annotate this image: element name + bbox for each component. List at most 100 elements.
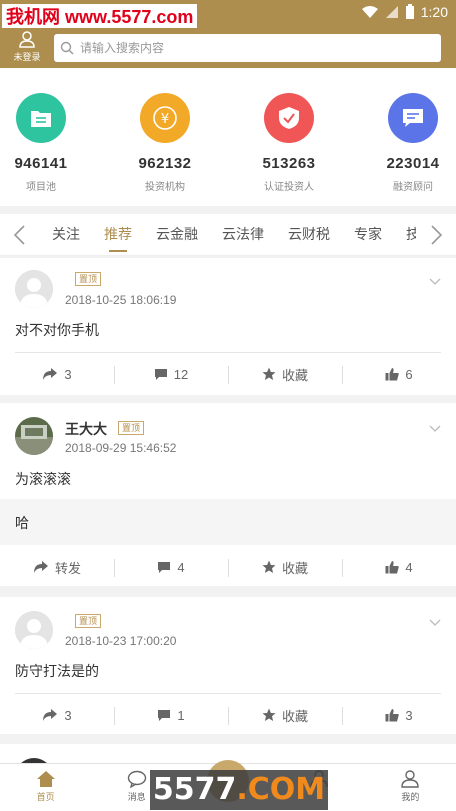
tab-follow[interactable]: 关注 xyxy=(40,214,92,256)
signal-icon xyxy=(385,6,398,18)
stat-label: 项目池 xyxy=(26,182,56,193)
svg-text:¥: ¥ xyxy=(161,112,169,127)
stat-financing-advisors[interactable]: 223014 融资顾问 xyxy=(358,93,456,193)
pinned-badge: 置顶 xyxy=(118,421,145,435)
search-input[interactable] xyxy=(80,41,441,55)
stat-value: 946141 xyxy=(14,155,68,172)
comment-count: 1 xyxy=(177,707,185,723)
star-icon xyxy=(262,708,276,721)
share-label: 转发 xyxy=(54,560,81,576)
like-button[interactable]: 6 xyxy=(342,356,456,392)
stat-value: 513263 xyxy=(262,155,316,172)
tab-cloud-law[interactable]: 云法律 xyxy=(210,214,276,256)
stat-label: 投资机构 xyxy=(145,182,185,193)
comment-icon xyxy=(154,368,167,380)
star-icon xyxy=(262,560,276,573)
stat-investment-institutions[interactable]: ¥ 962132 投资机构 xyxy=(110,93,220,193)
chevron-down-icon[interactable] xyxy=(429,278,441,286)
like-button[interactable]: 4 xyxy=(342,549,456,585)
user-icon xyxy=(19,31,35,48)
share-icon xyxy=(33,561,48,573)
watermark-banner: 5577.COM xyxy=(150,770,328,810)
post-card[interactable]: 置顶 2018-10-23 17:00:20 防守打法是的 3 1 收藏 3 xyxy=(0,597,456,734)
watermark-domain: .COM xyxy=(236,772,326,807)
chevron-right-icon[interactable] xyxy=(426,224,446,246)
post-content: 防守打法是的 xyxy=(15,663,99,679)
watermark-logo: 我机网 www.5577.com xyxy=(2,4,198,30)
post-time: 2018-10-23 17:00:20 xyxy=(65,634,177,648)
default-avatar-icon xyxy=(15,611,53,649)
tab-cloud-finance[interactable]: 云金融 xyxy=(144,214,210,256)
tab-recommend[interactable]: 推荐 xyxy=(92,214,144,256)
yen-icon: ¥ xyxy=(153,106,177,130)
search-icon xyxy=(60,41,74,55)
chevron-down-icon[interactable] xyxy=(429,619,441,627)
nav-home[interactable]: 首页 xyxy=(0,764,91,811)
divider xyxy=(15,352,441,353)
avatar[interactable] xyxy=(15,270,53,308)
stat-circle-1: ¥ xyxy=(140,93,190,143)
tab-cloud-tax[interactable]: 云财税 xyxy=(276,214,342,256)
like-count: 6 xyxy=(405,366,413,382)
quoted-content[interactable]: 哈 xyxy=(0,499,456,545)
post-card[interactable]: 王大大 置顶 2018-09-29 15:46:52 为滚滚滚 哈 转发 4 收… xyxy=(0,403,456,586)
pinned-badge: 置顶 xyxy=(75,272,102,286)
post-content: 为滚滚滚 xyxy=(15,471,71,487)
favorite-button[interactable]: 收藏 xyxy=(228,549,342,585)
nav-label: 首页 xyxy=(36,792,55,802)
message-icon xyxy=(403,109,423,127)
favorite-button[interactable]: 收藏 xyxy=(228,356,342,392)
star-icon xyxy=(262,367,276,380)
home-icon xyxy=(36,771,55,787)
stat-value: 223014 xyxy=(386,155,440,172)
wifi-icon xyxy=(361,6,378,18)
category-tabs: 关注 推荐 云金融 云法律 云财税 专家 技 xyxy=(0,214,456,256)
search-bar[interactable] xyxy=(54,34,441,62)
stat-circle-0 xyxy=(16,93,66,143)
tab-more[interactable]: 技 xyxy=(394,214,416,256)
comment-count: 4 xyxy=(177,559,185,575)
thumbs-up-icon xyxy=(385,368,400,381)
folder-icon xyxy=(31,111,51,127)
post-card[interactable]: 置顶 2018-10-25 18:06:19 对不对你手机 3 12 收藏 6 xyxy=(0,258,456,395)
comment-icon xyxy=(158,561,171,573)
nav-label: 消息 xyxy=(127,792,146,802)
stat-certified-investors[interactable]: 513263 认证投资人 xyxy=(234,93,344,193)
chat-icon xyxy=(127,770,146,788)
top-header: 未登录 xyxy=(0,28,456,68)
user-name[interactable]: 王大大 xyxy=(65,419,107,439)
avatar[interactable] xyxy=(15,417,53,455)
stat-label: 融资顾问 xyxy=(393,182,433,193)
clock: 1:20 xyxy=(420,4,448,20)
user-photo xyxy=(15,417,53,455)
comment-icon xyxy=(158,709,171,721)
share-count: 3 xyxy=(64,707,72,723)
share-icon xyxy=(43,709,58,721)
like-button[interactable]: 3 xyxy=(342,697,456,733)
favorite-button[interactable]: 收藏 xyxy=(228,697,342,733)
favorite-label: 收藏 xyxy=(281,708,308,724)
share-button[interactable]: 3 xyxy=(0,356,114,392)
share-button[interactable]: 转发 xyxy=(0,549,114,585)
login-label: 未登录 xyxy=(13,52,41,62)
stats-panel: 946141 项目池 ¥ 962132 投资机构 513263 认证投资人 22… xyxy=(0,68,456,206)
comment-button[interactable]: 12 xyxy=(114,356,228,392)
avatar[interactable] xyxy=(15,611,53,649)
divider xyxy=(15,693,441,694)
comment-button[interactable]: 1 xyxy=(114,697,228,733)
stat-circle-2 xyxy=(264,93,314,143)
comment-button[interactable]: 4 xyxy=(114,549,228,585)
post-actions: 3 12 收藏 6 xyxy=(0,356,456,392)
tab-expert[interactable]: 专家 xyxy=(342,214,394,256)
login-button[interactable]: 未登录 xyxy=(10,30,44,63)
chevron-down-icon[interactable] xyxy=(429,425,441,433)
share-button[interactable]: 3 xyxy=(0,697,114,733)
share-count: 3 xyxy=(64,366,72,382)
favorite-label: 收藏 xyxy=(281,367,308,383)
nav-mine[interactable]: 我的 xyxy=(365,764,456,811)
status-bar: 我机网 www.5577.com 1:20 xyxy=(0,0,456,30)
chevron-left-icon[interactable] xyxy=(10,224,30,246)
pinned-badge: 置顶 xyxy=(75,614,102,628)
stat-project-pool[interactable]: 946141 项目池 xyxy=(0,93,96,193)
watermark-digits: 5577 xyxy=(152,772,237,807)
